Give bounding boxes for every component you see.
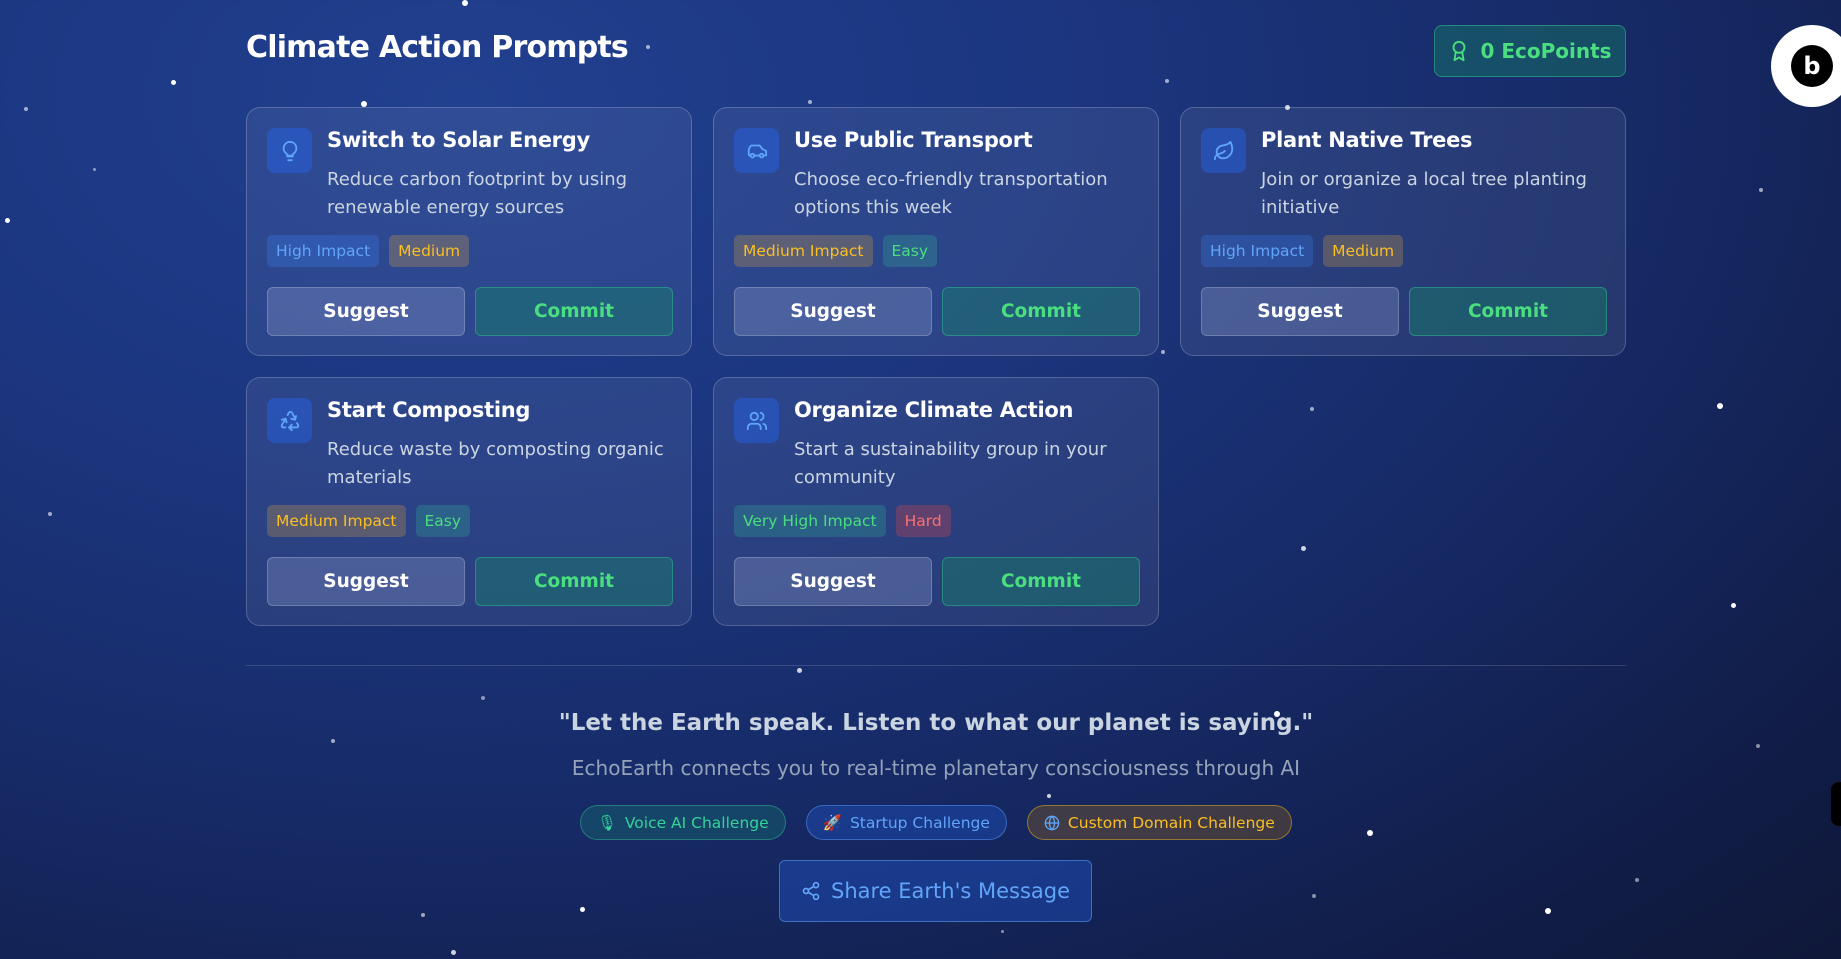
custom-domain-challenge-chip[interactable]: Custom Domain Challenge bbox=[1026, 805, 1292, 840]
action-description: Start a sustainability group in your com… bbox=[794, 439, 1107, 488]
action-card: Start Composting Reduce waste by compost… bbox=[246, 377, 692, 626]
impact-badge: High Impact bbox=[267, 235, 380, 267]
difficulty-badge: Medium bbox=[389, 235, 470, 267]
chip-label: Voice AI Challenge bbox=[624, 813, 769, 832]
suggest-button[interactable]: Suggest bbox=[1201, 287, 1399, 336]
action-title: Plant Native Trees bbox=[1261, 128, 1473, 152]
difficulty-badge: Medium bbox=[1323, 235, 1404, 267]
suggest-button[interactable]: Suggest bbox=[734, 287, 932, 336]
eco-points-badge: 0 EcoPoints bbox=[1434, 25, 1626, 77]
impact-badge: Medium Impact bbox=[267, 505, 406, 537]
impact-badge: High Impact bbox=[1201, 235, 1314, 267]
commit-button[interactable]: Commit bbox=[475, 557, 673, 606]
award-icon bbox=[1453, 40, 1466, 62]
users-icon bbox=[734, 398, 779, 443]
rocket-icon: 🚀 bbox=[822, 813, 842, 832]
share-icon bbox=[802, 881, 820, 901]
action-tags: High Impact Medium bbox=[1201, 235, 1404, 267]
action-description: Choose eco-friendly transportation optio… bbox=[794, 169, 1108, 218]
action-description: Reduce waste by composting organic mater… bbox=[327, 439, 664, 488]
action-title: Use Public Transport bbox=[794, 128, 1033, 152]
commit-button[interactable]: Commit bbox=[475, 287, 673, 336]
commit-button[interactable]: Commit bbox=[942, 287, 1140, 336]
bolt-badge[interactable]: b bbox=[1771, 25, 1841, 107]
lightbulb-icon bbox=[267, 128, 312, 173]
action-card: Plant Native Trees Join or organize a lo… bbox=[1180, 107, 1626, 356]
impact-badge: Very High Impact bbox=[734, 505, 886, 537]
commit-button[interactable]: Commit bbox=[942, 557, 1140, 606]
section-divider bbox=[246, 665, 1626, 666]
tagline: EchoEarth connects you to real-time plan… bbox=[571, 756, 1301, 780]
action-card: Organize Climate Action Start a sustaina… bbox=[713, 377, 1159, 626]
header: Climate Action Prompts 0 EcoPoints bbox=[246, 0, 1626, 100]
car-icon bbox=[734, 128, 779, 173]
microphone-icon: 🎙 bbox=[597, 813, 617, 832]
page-title: Climate Action Prompts bbox=[246, 30, 629, 65]
difficulty-badge: Hard bbox=[895, 505, 951, 537]
action-card: Use Public Transport Choose eco-friendly… bbox=[713, 107, 1159, 356]
action-tags: Very High Impact Hard bbox=[734, 505, 951, 537]
main-content: Climate Action Prompts 0 EcoPoints Switc… bbox=[246, 0, 1626, 922]
recycle-icon bbox=[267, 398, 312, 443]
chip-label: Custom Domain Challenge bbox=[1067, 813, 1275, 832]
action-card: Switch to Solar Energy Reduce carbon foo… bbox=[246, 107, 692, 356]
share-message-button[interactable]: Share Earth's Message bbox=[779, 860, 1092, 922]
suggest-button[interactable]: Suggest bbox=[267, 287, 465, 336]
action-tags: High Impact Medium bbox=[267, 235, 470, 267]
suggest-button[interactable]: Suggest bbox=[267, 557, 465, 606]
startup-challenge-chip[interactable]: 🚀 Startup Challenge bbox=[805, 805, 1007, 840]
edge-tab[interactable] bbox=[1831, 782, 1841, 826]
action-title: Organize Climate Action bbox=[794, 398, 1074, 422]
share-label: Share Earth's Message bbox=[830, 879, 1071, 903]
action-tags: Medium Impact Easy bbox=[267, 505, 471, 537]
leaf-icon bbox=[1201, 128, 1246, 173]
bolt-logo: b bbox=[1791, 45, 1833, 87]
suggest-button[interactable]: Suggest bbox=[734, 557, 932, 606]
action-description: Reduce carbon footprint by using renewab… bbox=[327, 169, 628, 218]
commit-button[interactable]: Commit bbox=[1409, 287, 1607, 336]
voice-ai-challenge-chip[interactable]: 🎙 Voice AI Challenge bbox=[580, 805, 786, 840]
challenge-chips: 🎙 Voice AI Challenge 🚀 Startup Challenge… bbox=[246, 805, 1626, 840]
action-description: Join or organize a local tree planting i… bbox=[1261, 169, 1587, 218]
globe-icon bbox=[1044, 814, 1060, 831]
chip-label: Startup Challenge bbox=[849, 813, 990, 832]
earth-quote: "Let the Earth speak. Listen to what our… bbox=[558, 710, 1314, 736]
difficulty-badge: Easy bbox=[415, 505, 471, 537]
difficulty-badge: Easy bbox=[882, 235, 938, 267]
eco-points-value: 0 EcoPoints bbox=[1480, 39, 1612, 63]
action-title: Switch to Solar Energy bbox=[327, 128, 590, 152]
action-tags: Medium Impact Easy bbox=[734, 235, 938, 267]
action-title: Start Composting bbox=[327, 398, 531, 422]
impact-badge: Medium Impact bbox=[734, 235, 873, 267]
